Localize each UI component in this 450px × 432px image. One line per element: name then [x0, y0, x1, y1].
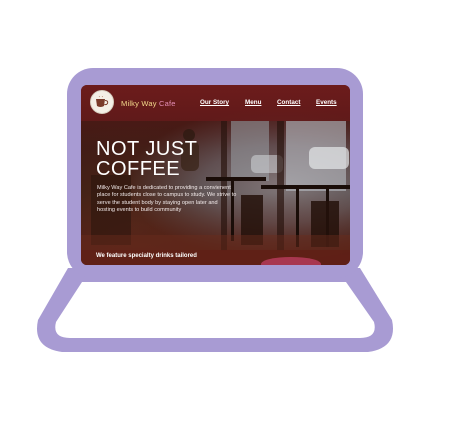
hero-title-line-2: COFFEE	[96, 158, 181, 180]
nav-link-our-story[interactable]: Our Story	[200, 99, 229, 106]
feature-heading: We feature specialty drinks tailored	[96, 253, 197, 259]
website-screen: Milky Way Cafe Our Story Menu Contact Ev…	[81, 85, 350, 265]
nav-link-events[interactable]: Events	[316, 99, 337, 106]
hero-title: NOT JUST COFFEE	[96, 139, 276, 179]
decorative-swoosh	[261, 257, 321, 265]
brand-name-primary: Milky Way	[121, 99, 159, 108]
site-nav-bar: Milky Way Cafe Our Story Menu Contact Ev…	[81, 85, 350, 121]
nav-link-menu[interactable]: Menu	[245, 99, 261, 106]
cafe-logo[interactable]	[90, 90, 114, 114]
coffee-cup-icon	[96, 96, 109, 107]
hero-title-line-1: NOT JUST	[96, 138, 198, 160]
brand-name-accent: Cafe	[158, 99, 176, 108]
hero-description: Milky Way Cafe is dedicated to providing…	[97, 185, 237, 214]
nav-link-contact[interactable]: Contact	[277, 99, 300, 106]
site-brand-name[interactable]: Milky Way Cafe	[121, 99, 176, 108]
